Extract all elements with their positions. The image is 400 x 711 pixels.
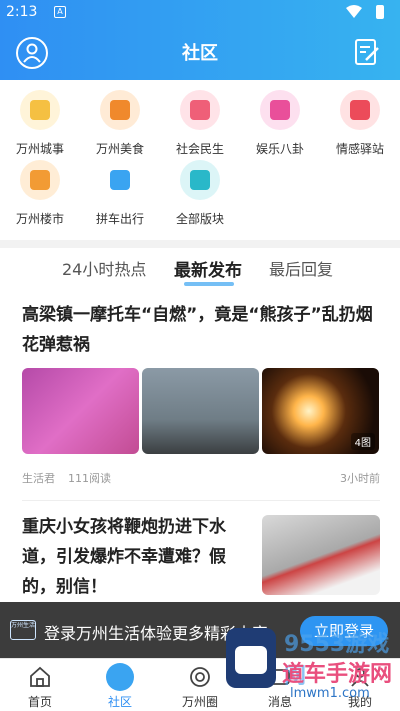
post-feed: 高梁镇一摩托车“自燃”，竟是“熊孩子”乱扔烟花弹惹祸 4图 生活君 111阅读 … [0,288,400,610]
post-author[interactable]: 生活君 [22,470,55,486]
category-grid: 万州城事 万州美食 社会民生 娱乐八卦 情感驿站万州楼市 拼车出行 全部版块 [0,80,400,240]
stroller-icon [180,90,220,130]
category-grid[interactable]: 全部版块 [160,156,240,228]
post-divider [22,500,380,501]
car-icon-glyph [110,170,130,190]
category-label: 社会民生 [175,142,224,156]
nav-label: 我的 [347,695,372,709]
tab-latest[interactable]: 最新发布 [174,256,242,281]
category-label: 万州美食 [95,142,144,156]
post-time: 3小时前 [340,472,380,485]
post-photo[interactable] [142,368,259,454]
post-meta: 生活君 111阅读 3小时前 [22,470,380,486]
active-tab-indicator [184,282,234,286]
city-building-icon [20,90,60,130]
compose-post-icon[interactable] [354,38,380,66]
post-photo-grid[interactable]: 4图 [22,368,380,454]
nav-circle[interactable]: 万州圈 [160,663,240,711]
heart-chat-icon-glyph [350,100,370,120]
title-bar: 社区 [0,26,400,80]
app-screen: 2:13 A 社区 万州城事 万州美食 社会民生 娱乐八卦 情感驿站 万州楼市 … [0,0,400,711]
nav-messages[interactable]: 消息 [240,663,320,711]
category-label: 万州楼市 [15,212,64,226]
category-gossip[interactable]: 娱乐八卦 [240,86,320,158]
nav-label: 万州圈 [181,695,218,709]
login-banner: 万州生活 登录万州生活体验更多精彩内容 立即登录 [0,602,400,658]
status-bar: 2:13 A [0,0,400,26]
home-icon [30,666,50,687]
circle-icon [190,667,210,687]
category-label: 全部版块 [175,212,224,226]
gossip-icon [260,90,300,130]
category-car[interactable]: 拼车出行 [80,156,160,228]
category-heart-chat[interactable]: 情感驿站 [320,86,400,158]
tab-24h-hot[interactable]: 24小时热点 [62,256,146,280]
page-title: 社区 [182,43,218,64]
login-button[interactable]: 立即登录 [300,616,388,646]
notification-icon: A [54,6,66,18]
category-label: 娱乐八卦 [255,142,304,156]
nav-home[interactable]: 首页 [0,663,80,711]
bottom-navigation: 首页 社区 万州圈 消息 我的 [0,658,400,711]
sofa-icon [20,160,60,200]
feed-tabs: 24小时热点 最新发布 最后回复 [0,248,400,288]
photo-count-badge: 4图 [350,433,375,450]
stroller-icon-glyph [190,100,210,120]
nav-label: 社区 [107,695,132,709]
status-time: 2:13 [6,4,38,20]
profile-icon [351,668,369,687]
app-logo: 万州生活 [10,620,36,640]
category-noodle-bowl[interactable]: 万州美食 [80,86,160,158]
noodle-bowl-icon-glyph [110,100,130,120]
message-icon [270,669,290,685]
community-icon [106,663,134,691]
post-title[interactable]: 重庆小女孩将鞭炮扔进下水道，引发爆炸不幸遭难？假的，别信！ [22,512,247,602]
city-building-icon-glyph [30,100,50,120]
grid-icon-glyph [190,170,210,190]
tab-last-reply[interactable]: 最后回复 [269,256,333,280]
noodle-bowl-icon [100,90,140,130]
category-label: 万州城事 [15,142,64,156]
category-city-building[interactable]: 万州城事 [0,86,80,158]
category-stroller[interactable]: 社会民生 [160,86,240,158]
nav-label: 消息 [267,695,292,709]
sofa-icon-glyph [30,170,50,190]
grid-icon [180,160,220,200]
nav-profile[interactable]: 我的 [320,663,400,711]
heart-chat-icon [340,90,380,130]
section-divider [0,240,400,248]
login-prompt-text: 登录万州生活体验更多精彩内容 [44,624,269,643]
post-title[interactable]: 高梁镇一摩托车“自燃”，竟是“熊孩子”乱扔烟花弹惹祸 [22,300,378,360]
wifi-icon [346,5,362,18]
category-label: 拼车出行 [95,212,144,226]
car-icon [100,160,140,200]
nav-label: 首页 [27,695,52,709]
app-header: 2:13 A 社区 [0,0,400,80]
gossip-icon-glyph [270,100,290,120]
post-read-count: 111阅读 [68,472,111,485]
battery-icon [376,5,384,19]
post-thumbnail[interactable] [262,515,380,595]
post-photo[interactable] [22,368,139,454]
category-sofa[interactable]: 万州楼市 [0,156,80,228]
post-photo[interactable]: 4图 [262,368,379,454]
category-label: 情感驿站 [335,142,384,156]
nav-community[interactable]: 社区 [80,663,160,711]
